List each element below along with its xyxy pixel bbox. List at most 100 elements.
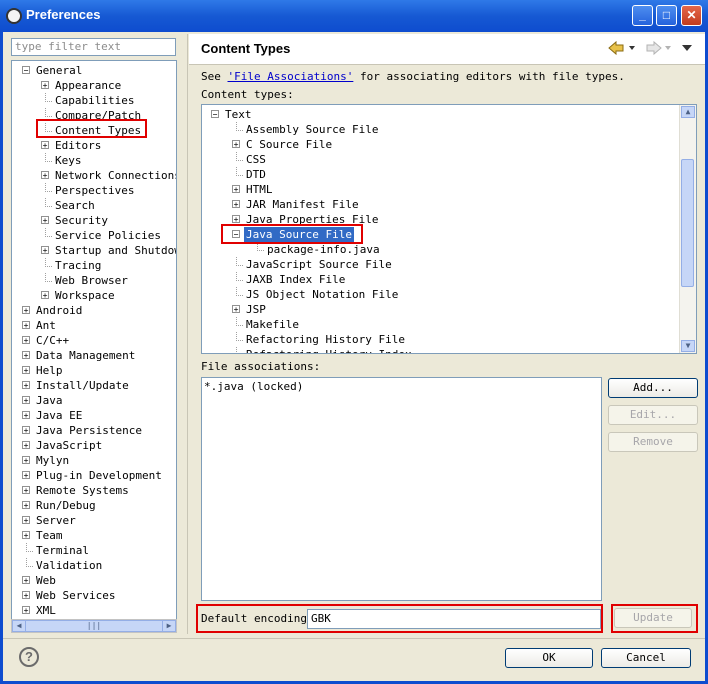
content-type-item[interactable]: CSS xyxy=(244,152,268,167)
expand-icon[interactable]: + xyxy=(232,185,240,194)
nav-tree-item[interactable]: Service Policies xyxy=(53,228,163,243)
nav-tree-item[interactable]: Validation xyxy=(34,558,104,573)
nav-tree-item[interactable]: Security xyxy=(53,213,110,228)
edit-button[interactable]: Edit... xyxy=(608,405,698,425)
scroll-right-icon[interactable]: ▶ xyxy=(162,620,176,632)
expand-icon[interactable]: + xyxy=(232,305,240,314)
nav-tree-item[interactable]: Network Connections xyxy=(53,168,176,183)
content-type-item[interactable]: Text xyxy=(223,107,254,122)
expand-icon[interactable]: + xyxy=(22,591,30,600)
scroll-thumb[interactable]: ||| xyxy=(25,620,163,632)
preference-tree[interactable]: − General + Appearance Capabilities Compare/P… xyxy=(11,60,177,620)
expand-icon[interactable]: + xyxy=(22,531,30,540)
expand-icon[interactable]: + xyxy=(41,81,49,90)
expand-icon[interactable]: + xyxy=(22,381,30,390)
expand-icon[interactable]: + xyxy=(22,336,30,345)
expand-icon[interactable]: + xyxy=(232,215,240,224)
expand-icon[interactable]: + xyxy=(22,486,30,495)
nav-tree-item[interactable]: Help xyxy=(34,363,65,378)
content-type-item[interactable]: JS Object Notation File xyxy=(244,287,400,302)
expand-icon[interactable]: + xyxy=(22,306,30,315)
content-types-vertical-scrollbar[interactable]: ▲ ▼ xyxy=(679,105,696,353)
nav-tree-item[interactable]: JavaScript xyxy=(34,438,104,453)
scroll-down-icon[interactable]: ▼ xyxy=(681,340,695,352)
tree-horizontal-scrollbar[interactable]: ◀ ||| ▶ xyxy=(11,619,177,633)
nav-tree-item[interactable]: Tracing xyxy=(53,258,103,273)
collapse-icon[interactable]: − xyxy=(211,110,219,119)
nav-tree-item[interactable]: Android xyxy=(34,303,84,318)
minimize-button[interactable]: _ xyxy=(632,5,653,26)
content-type-item[interactable]: DTD xyxy=(244,167,268,182)
help-icon[interactable]: ? xyxy=(19,647,39,667)
collapse-icon[interactable]: − xyxy=(22,66,30,75)
remove-button[interactable]: Remove xyxy=(608,432,698,452)
expand-icon[interactable]: + xyxy=(22,321,30,330)
content-type-item[interactable]: Refactoring History Index xyxy=(244,347,414,353)
content-type-item[interactable]: HTML xyxy=(244,182,275,197)
expand-icon[interactable]: + xyxy=(22,426,30,435)
nav-tree-item[interactable]: Mylyn xyxy=(34,453,71,468)
nav-tree-item[interactable]: Ant xyxy=(34,318,58,333)
content-type-item[interactable]: package-info.java xyxy=(265,242,382,257)
nav-tree-item[interactable]: Install/Update xyxy=(34,378,131,393)
nav-tree-item[interactable]: Team xyxy=(34,528,65,543)
expand-icon[interactable]: + xyxy=(22,411,30,420)
expand-icon[interactable]: + xyxy=(232,200,240,209)
content-type-item[interactable]: Assembly Source File xyxy=(244,122,380,137)
nav-tree-item[interactable]: General xyxy=(34,63,84,78)
scroll-left-icon[interactable]: ◀ xyxy=(12,620,26,632)
nav-tree-item[interactable]: Capabilities xyxy=(53,93,136,108)
content-type-item[interactable]: JSP xyxy=(244,302,268,317)
expand-icon[interactable]: + xyxy=(22,441,30,450)
content-type-item[interactable]: Refactoring History File xyxy=(244,332,407,347)
maximize-button[interactable]: □ xyxy=(656,5,677,26)
scroll-up-icon[interactable]: ▲ xyxy=(681,106,695,118)
pane-splitter[interactable] xyxy=(187,34,188,634)
filter-input[interactable]: type filter text xyxy=(11,38,176,56)
nav-tree-item[interactable]: C/C++ xyxy=(34,333,71,348)
nav-tree-item[interactable]: Appearance xyxy=(53,78,123,93)
expand-icon[interactable]: + xyxy=(41,216,49,225)
expand-icon[interactable]: + xyxy=(232,140,240,149)
title-bar[interactable] xyxy=(0,0,708,33)
nav-tree-item[interactable]: Editors xyxy=(53,138,103,153)
nav-tree-item[interactable]: Workspace xyxy=(53,288,117,303)
nav-tree-item[interactable]: Java xyxy=(34,393,65,408)
nav-tree-item[interactable]: Keys xyxy=(53,153,84,168)
cancel-button[interactable]: Cancel xyxy=(601,648,691,668)
file-association-item[interactable]: *.java (locked) xyxy=(204,379,303,394)
nav-tree-item[interactable]: Perspectives xyxy=(53,183,136,198)
content-type-item[interactable]: JavaScript Source File xyxy=(244,257,394,272)
nav-tree-item[interactable]: Plug-in Development xyxy=(34,468,164,483)
nav-tree-item[interactable]: Java EE xyxy=(34,408,84,423)
nav-tree-item[interactable]: Startup and Shutdown xyxy=(53,243,176,258)
expand-icon[interactable]: + xyxy=(22,576,30,585)
back-dropdown-icon[interactable] xyxy=(629,46,635,50)
content-type-item[interactable]: JAXB Index File xyxy=(244,272,347,287)
content-type-item[interactable]: Makefile xyxy=(244,317,301,332)
nav-tree-item[interactable]: Web xyxy=(34,573,58,588)
back-arrow-icon[interactable] xyxy=(608,40,624,56)
expand-icon[interactable]: + xyxy=(41,171,49,180)
ok-button[interactable]: OK xyxy=(505,648,593,668)
nav-tree-item[interactable]: Web Browser xyxy=(53,273,130,288)
expand-icon[interactable]: + xyxy=(22,501,30,510)
nav-tree-item[interactable]: Web Services xyxy=(34,588,117,603)
nav-tree-item[interactable]: Data Management xyxy=(34,348,137,363)
nav-tree-item[interactable]: Run/Debug xyxy=(34,498,98,513)
nav-tree-item[interactable]: Java Persistence xyxy=(34,423,144,438)
nav-tree-item[interactable]: Remote Systems xyxy=(34,483,131,498)
expand-icon[interactable]: + xyxy=(22,396,30,405)
expand-icon[interactable]: + xyxy=(41,291,49,300)
content-type-item[interactable]: JAR Manifest File xyxy=(244,197,361,212)
expand-icon[interactable]: + xyxy=(22,351,30,360)
scroll-thumb[interactable] xyxy=(681,159,694,287)
expand-icon[interactable]: + xyxy=(22,606,30,615)
expand-icon[interactable]: + xyxy=(22,471,30,480)
file-associations-list[interactable]: *.java (locked) xyxy=(201,377,602,601)
file-associations-link[interactable]: 'File Associations' xyxy=(228,70,354,83)
nav-tree-item[interactable]: Terminal xyxy=(34,543,91,558)
nav-tree-item[interactable]: Search xyxy=(53,198,97,213)
nav-tree-item[interactable]: XML xyxy=(34,603,58,618)
expand-icon[interactable]: + xyxy=(22,366,30,375)
